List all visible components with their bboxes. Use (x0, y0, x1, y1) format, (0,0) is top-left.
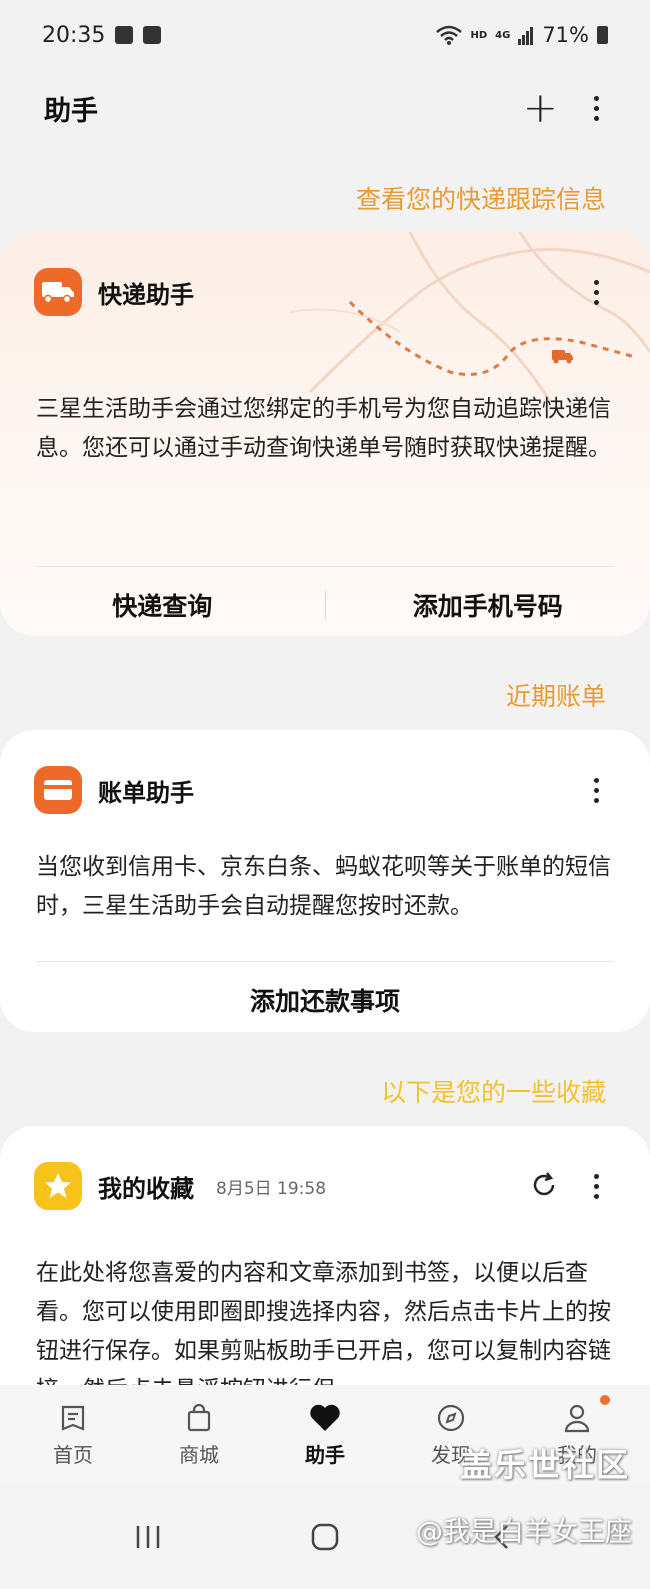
status-time: 20:35 (42, 22, 106, 48)
favorites-more-icon[interactable] (586, 1174, 606, 1199)
nav-label-home: 首页 (53, 1442, 93, 1467)
nav-home[interactable]: 首页 (18, 1403, 128, 1468)
heart-icon (310, 1404, 340, 1431)
compass-icon (437, 1404, 465, 1431)
nav-label-mall: 商城 (179, 1442, 219, 1467)
map-decoration (290, 232, 650, 402)
notification-dot (600, 1394, 610, 1405)
nav-mall[interactable]: 商城 (144, 1403, 254, 1468)
gallery-icon (115, 26, 134, 44)
favorites-timestamp: 8月5日 19:58 (216, 1178, 327, 1199)
battery-icon (597, 26, 608, 44)
more-options-icon[interactable] (586, 95, 606, 121)
add-phone-button[interactable]: 添加手机号码 (326, 587, 650, 623)
nav-assistant[interactable]: 助手 (270, 1403, 380, 1468)
truck-marker-icon (552, 350, 573, 364)
network-type: 4G (495, 29, 511, 41)
refresh-icon[interactable] (530, 1171, 558, 1199)
express-divider (36, 566, 614, 567)
bills-description: 当您收到信用卡、京东白条、蚂蚁花呗等关于账单的短信时，三星生活助手会自动提醒您按… (36, 854, 611, 919)
nav-label-assistant: 助手 (305, 1442, 345, 1467)
star-icon (34, 1162, 82, 1210)
person-icon (564, 1404, 590, 1432)
express-description: 三星生活助手会通过您绑定的手机号为您自动追踪快递信息。您还可以通过手动查询快递单… (36, 396, 611, 461)
shopping-bag-icon (187, 1403, 211, 1431)
favorites-card[interactable]: 我的收藏 8月5日 19:58 在此处将您喜爱的内容和文章添加到书签，以便以后查… (0, 1126, 650, 1386)
add-repayment-button[interactable]: 添加还款事项 (0, 982, 650, 1018)
recent-apps-icon[interactable] (133, 1523, 163, 1551)
bills-card[interactable]: 账单助手 当您收到信用卡、京东白条、蚂蚁花呗等关于账单的短信时，三星生活助手会自… (0, 730, 650, 1032)
recent-bills-link[interactable]: 近期账单 (506, 677, 606, 713)
battery-percent: 71% (542, 23, 589, 47)
wifi-icon (436, 25, 463, 45)
express-tracking-link[interactable]: 查看您的快递跟踪信息 (356, 180, 606, 216)
page-title: 助手 (44, 95, 98, 127)
express-query-button[interactable]: 快递查询 (0, 587, 325, 623)
checkbox-icon (143, 26, 162, 44)
status-bar: 20:35 HD 4G 71% (0, 0, 650, 70)
watermark-community: 盖乐世社区 (459, 1446, 630, 1484)
card-icon (34, 766, 82, 814)
signal-icon (518, 27, 534, 45)
express-card-title: 快递助手 (98, 280, 194, 309)
bills-more-icon[interactable] (586, 778, 606, 803)
favorites-description: 在此处将您喜爱的内容和文章添加到书签，以便以后查看。您可以使用即圈即搜选择内容，… (36, 1260, 611, 1386)
express-more-icon[interactable] (586, 280, 606, 305)
bills-card-title: 账单助手 (98, 778, 194, 807)
home-icon (61, 1405, 85, 1431)
watermark-author: @我是白羊女王座 (416, 1517, 632, 1548)
express-card[interactable]: 快递助手 三星生活助手会通过您绑定的手机号为您自动追踪快递信息。您还可以通过手动… (0, 232, 650, 636)
add-button[interactable]: + (523, 87, 558, 129)
app-bar: 助手 + (0, 70, 650, 146)
home-button-icon[interactable] (310, 1522, 340, 1552)
truck-icon (34, 268, 82, 316)
bills-divider (36, 961, 614, 962)
favorites-card-title: 我的收藏 (98, 1174, 194, 1203)
favorites-link[interactable]: 以下是您的一些收藏 (381, 1073, 606, 1109)
hd-indicator: HD (470, 29, 488, 41)
